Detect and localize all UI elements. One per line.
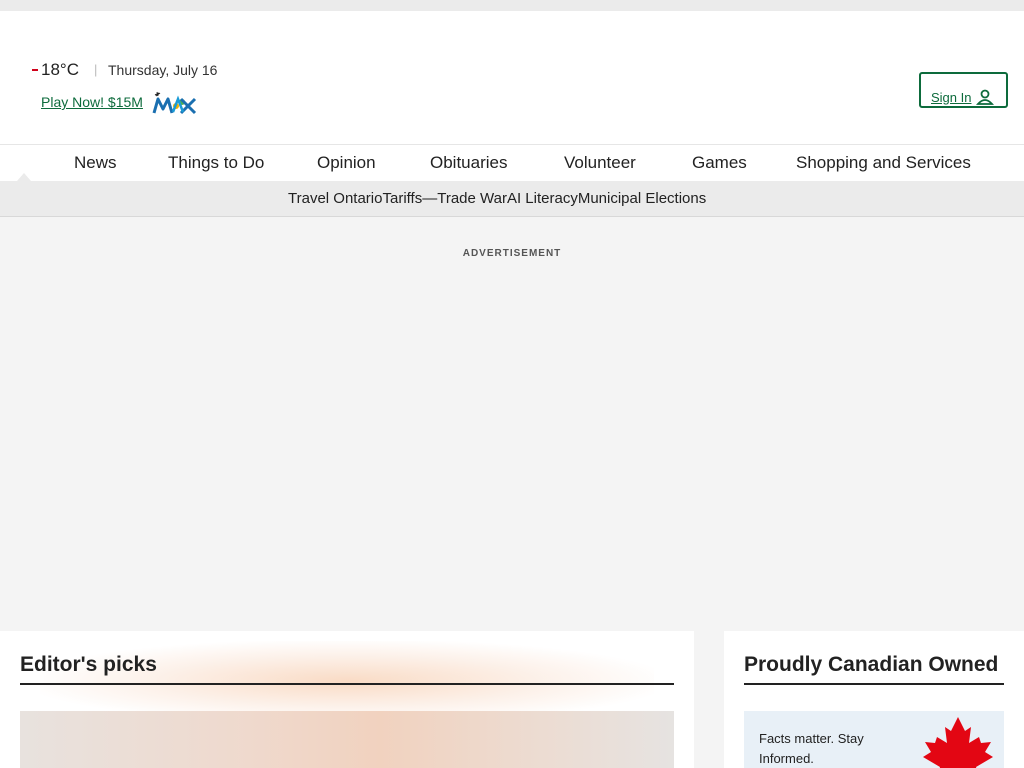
editors-picks-section: Editor's picks (0, 631, 694, 768)
nav-item-obituaries[interactable]: Obituaries (430, 153, 507, 173)
editors-pick-card[interactable] (20, 711, 674, 768)
top-strip (0, 0, 1024, 11)
section-divider (20, 683, 674, 685)
canadian-promo-box[interactable]: Facts matter. Stay Informed. (744, 711, 1004, 768)
editors-picks-title: Editor's picks (20, 653, 157, 676)
header-separator: | (94, 62, 98, 77)
sign-in-button[interactable]: Sign In (919, 72, 1008, 108)
maple-leaf-icon (923, 717, 993, 768)
temperature[interactable]: 18°C (41, 60, 79, 80)
lottery-play-link[interactable]: Play Now! $15M (41, 94, 143, 110)
current-date: Thursday, July 16 (108, 62, 218, 78)
section-divider (744, 683, 1004, 685)
canadian-promo-text: Facts matter. Stay Informed. (759, 731, 864, 766)
canadian-owned-title: Proudly Canadian Owned (744, 653, 999, 676)
nav-caret-icon (17, 173, 31, 181)
canadian-owned-section: Proudly Canadian Owned Facts matter. Sta… (724, 631, 1024, 768)
nav-item-shopping-and-services[interactable]: Shopping and Services (796, 153, 971, 173)
lotto-max-logo[interactable] (151, 91, 199, 117)
main-nav: News Things to Do Opinion Obituaries Vol… (0, 144, 1024, 181)
advertisement-label: ADVERTISEMENT (462, 248, 562, 259)
nav-item-volunteer[interactable]: Volunteer (564, 153, 636, 173)
nav-item-things-to-do[interactable]: Things to Do (168, 153, 264, 173)
site-header: 18°C | Thursday, July 16 Play Now! $15M … (0, 11, 1024, 144)
topic-municipal-elections[interactable]: Municipal Elections (578, 190, 706, 207)
nav-item-news[interactable]: News (74, 153, 117, 173)
nav-item-opinion[interactable]: Opinion (317, 153, 376, 173)
topic-nav: Travel Ontario Tariffs—Trade War AI Lite… (0, 181, 1024, 217)
topic-ai-literacy[interactable]: AI Literacy (507, 190, 578, 207)
nav-item-games[interactable]: Games (692, 153, 747, 173)
sign-in-label: Sign In (931, 89, 972, 105)
topic-travel-ontario[interactable]: Travel Ontario (288, 190, 382, 207)
topic-tariffs-trade-war[interactable]: Tariffs—Trade War (382, 190, 506, 207)
user-icon (976, 89, 994, 105)
weather-indicator-icon (32, 69, 38, 71)
